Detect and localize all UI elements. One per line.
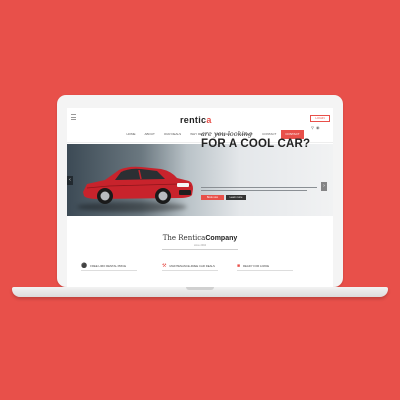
gift-icon: ⚫ (81, 263, 88, 269)
car-icon: ■ (237, 263, 241, 269)
header-icons: ⚲◉ (311, 125, 321, 130)
feature-description (81, 270, 137, 271)
company-heading: The RenticaCompany (67, 234, 333, 242)
feature-item: ⚫ Free limo rental price (81, 263, 126, 269)
hero-next-arrow[interactable]: › (321, 182, 327, 191)
company-title-light: The Rentica (162, 234, 206, 242)
company-description (162, 249, 238, 250)
company-subtitle: since 2004 (193, 244, 207, 247)
nav-item-deals[interactable]: Our Deals (159, 130, 185, 139)
feature-description (237, 270, 293, 271)
wrench-icon: ⚒ (162, 263, 167, 269)
laptop-base (12, 287, 388, 297)
red-car-image (83, 166, 193, 204)
hero-subtitle: are you looking (201, 130, 253, 138)
hero-prev-arrow[interactable]: ‹ (67, 176, 73, 185)
laptop-screen: rentica LOGIN ⚲◉ Home About Our Deals Wh… (67, 108, 333, 287)
logo-text: rentic (180, 115, 207, 125)
globe-icon[interactable]: ◉ (316, 125, 322, 130)
hamburger-menu-icon[interactable] (71, 114, 76, 120)
feature-label: Free limo rental price (90, 264, 127, 268)
hero-description (201, 187, 317, 188)
nav-item-home[interactable]: Home (122, 130, 140, 139)
feature-label: Ready for a ride (243, 264, 270, 268)
login-button[interactable]: LOGIN (310, 115, 330, 122)
company-title-bold: Company (205, 235, 238, 242)
learn-more-button[interactable]: Learn more (226, 195, 246, 200)
book-now-button[interactable]: Book now (201, 195, 224, 200)
feature-label: Maintenance-free car deals (169, 264, 215, 268)
hero-title: FOR A COOL CAR? (201, 138, 311, 150)
feature-item: ⚒ Maintenance-free car deals (162, 263, 215, 269)
site-logo[interactable]: rentica (180, 115, 212, 125)
feature-description (162, 270, 218, 271)
nav-item-about[interactable]: About (140, 130, 159, 139)
logo-accent-letter: a (206, 115, 212, 125)
hero-slider: ‹ › (67, 144, 333, 216)
hero-description (201, 190, 307, 191)
laptop-notch (186, 287, 214, 290)
feature-item: ■ Ready for a ride (237, 263, 269, 269)
